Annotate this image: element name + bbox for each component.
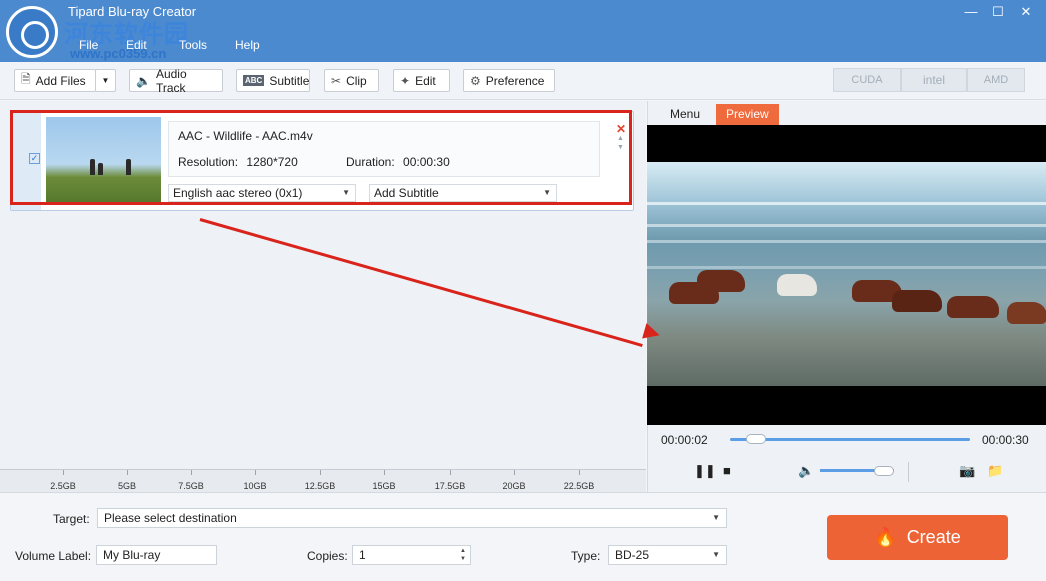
maximize-button[interactable]: ☐ [989,4,1007,20]
video-wave [647,266,1046,269]
control-divider [908,462,909,482]
gpu-cuda-label: CUDA [851,74,883,86]
chevron-down-icon: ▼ [101,76,110,85]
total-time: 00:00:30 [982,433,1029,447]
annotation-highlight-box [10,110,632,205]
capacity-label: 15GB [372,481,396,491]
capacity-tick [450,470,451,475]
playback-progress-knob[interactable] [746,434,767,444]
capacity-tick [514,470,515,475]
video-horse [697,270,745,292]
capacity-label: 17.5GB [434,481,466,491]
target-select[interactable]: Please select destination ▼ [97,508,727,528]
volume-label-input[interactable]: My Blu-ray [96,545,217,565]
gpu-intel-label: intel [922,73,945,87]
type-label: Type: [571,549,601,563]
capacity-label: 12.5GB [304,481,336,491]
add-files-dropdown[interactable]: ▼ [95,69,116,92]
disc-capacity-bar: 2.5GB 5GB 7.5GB 10GB 12.5GB 15GB 17.5GB … [0,469,646,492]
menu-edit[interactable]: Edit [126,38,147,52]
video-horse [892,290,942,312]
title-bar: Tipard Blu-ray Creator 河东软件园 www.pc0359.… [0,0,1046,62]
clip-button[interactable]: ✂ Clip [324,69,379,92]
chevron-down-icon: ▼ [712,550,720,559]
copies-label: Copies: [307,549,348,563]
subtitle-label: Subtitle [269,73,310,88]
add-files-label: Add Files [35,73,86,88]
speaker-icon: 🔈 [136,73,151,88]
tab-preview[interactable]: Preview [716,104,779,125]
edit-label: Edit [415,73,436,88]
volume-slider-knob[interactable] [874,466,894,476]
menu-help[interactable]: Help [235,38,260,52]
volume-label-label: Volume Label: [15,549,92,563]
capacity-tick [191,470,192,475]
snapshot-camera-icon[interactable]: 📷 [959,463,975,479]
capacity-label: 5GB [117,481,137,491]
audio-track-label: Audio Track [155,66,187,95]
video-horse [947,296,999,318]
menu-tools[interactable]: Tools [179,38,207,52]
capacity-label: 2.5GB [50,481,76,491]
capacity-tick [384,470,385,475]
intel-badge: intel [901,68,967,92]
sparkle-icon: ✦ [400,73,411,88]
create-label: Create [906,527,961,547]
copies-stepper[interactable]: 1 ▲ ▼ [352,545,471,565]
abc-icon: ABC [243,75,265,86]
video-wave [647,202,1046,205]
target-value: Please select destination [104,511,237,525]
preference-button[interactable]: ⚙ Preference [463,69,555,92]
subtitle-button[interactable]: ABC Subtitle [236,69,310,92]
stepper-arrows-icon[interactable]: ▲ ▼ [460,547,466,563]
capacity-tick [127,470,128,475]
gear-icon: ⚙ [470,73,481,88]
video-wave [647,240,1046,243]
clip-label: Clip [346,73,367,88]
current-time: 00:00:02 [661,433,708,447]
add-file-icon: 🗎 [21,72,31,86]
minimize-button[interactable]: — [962,4,980,20]
video-frame [647,162,1046,386]
menu-file[interactable]: File [79,38,98,52]
video-horse [777,274,817,296]
capacity-label: 7.5GB [178,481,204,491]
video-horse [1007,302,1046,324]
capacity-tick [255,470,256,475]
video-wave [647,224,1046,227]
capacity-tick [63,470,64,475]
type-select[interactable]: BD-25 ▼ [608,545,727,565]
chevron-down-icon: ▼ [712,513,720,522]
audio-track-button[interactable]: 🔈 Audio Track [129,66,223,95]
capacity-tick [579,470,580,475]
scissors-icon: ✂ [331,73,342,88]
stop-icon[interactable]: ■ [723,463,731,478]
flame-icon: 🔥 [874,527,897,547]
pause-icon[interactable]: ❚❚ [694,463,716,479]
close-button[interactable]: ✕ [1017,4,1035,20]
preference-label: Preference [485,73,545,88]
target-label: Target: [53,512,90,526]
app-logo-icon [6,6,58,58]
cuda-badge: CUDA [833,68,901,92]
type-value: BD-25 [615,548,650,562]
volume-icon[interactable]: 🔈 [798,463,814,479]
copies-value: 1 [359,548,366,562]
capacity-tick [320,470,321,475]
toolbar: 🗎 Add Files ▼ 🔈 Audio Track ABC Subtitle… [0,62,1046,100]
edit-button[interactable]: ✦ Edit [393,69,450,92]
folder-icon[interactable]: 📁 [987,463,1003,479]
add-files-button[interactable]: 🗎 Add Files [14,69,96,92]
volume-label-value: My Blu-ray [103,548,161,562]
create-button[interactable]: 🔥 Create [827,515,1008,560]
amd-badge: AMD [967,68,1025,92]
tab-menu[interactable]: Menu [660,104,710,125]
capacity-label: 10GB [243,481,267,491]
capacity-label: 22.5GB [563,481,595,491]
gpu-amd-label: AMD [983,74,1009,86]
capacity-label: 20GB [502,481,526,491]
video-preview [647,125,1046,425]
